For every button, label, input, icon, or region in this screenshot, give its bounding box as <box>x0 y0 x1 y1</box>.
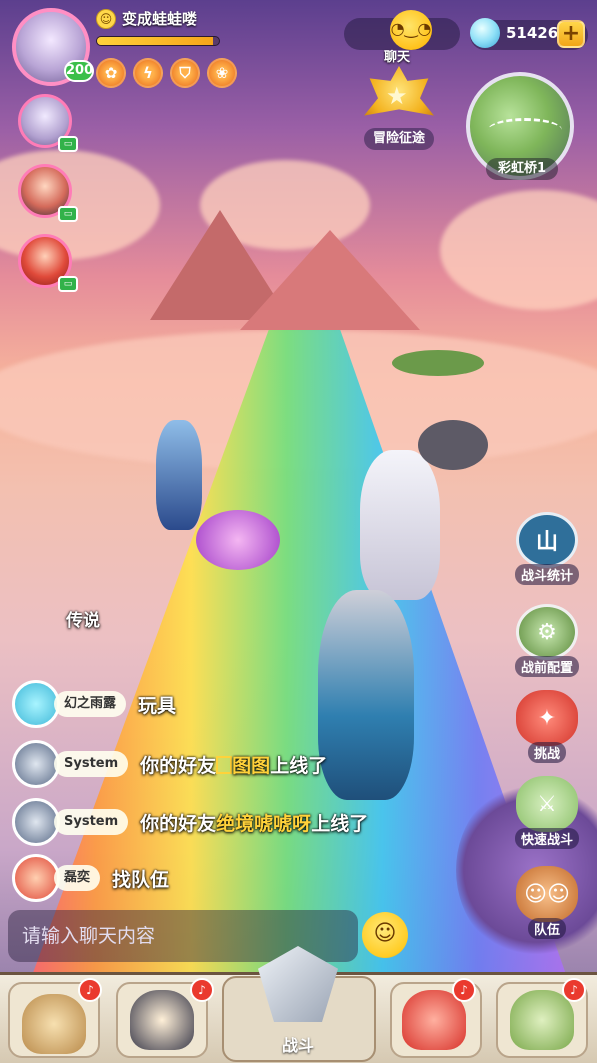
character-sprite <box>360 450 440 600</box>
hero-face-icon <box>130 990 194 1050</box>
chat-emoji-icon[interactable]: ◔‿◔ <box>390 10 432 50</box>
notification-badge-icon: ♪ <box>452 978 476 1002</box>
system-avatar <box>12 740 60 788</box>
cloud <box>440 190 597 310</box>
xp-fill <box>97 37 213 45</box>
sender-tag[interactable]: 幻之雨露 <box>54 691 127 717</box>
chat-text-prefix: 你的好友 <box>140 812 217 835</box>
sender-avatar[interactable] <box>12 680 60 728</box>
quick-battle-icon: ⚔ <box>516 776 578 832</box>
stats-icon: 山 <box>516 512 578 568</box>
chat-text: 你的好友 图图上线了 <box>140 751 327 778</box>
chat-message: 幻之雨露 玩具 <box>12 680 176 728</box>
sender-tag: System <box>54 809 129 835</box>
caveman-icon <box>22 994 86 1054</box>
star-icon: ★ <box>386 82 408 110</box>
battle-label: 战斗 <box>281 1036 314 1055</box>
sender-avatar[interactable] <box>12 854 60 902</box>
green-ogre-icon <box>510 990 574 1050</box>
chat-text: 传说 <box>66 611 100 631</box>
system-avatar <box>12 798 60 846</box>
buff-shield-icon[interactable]: ⛉ <box>170 58 200 88</box>
enemy-sprite <box>418 420 488 470</box>
chat-bubble-icon: ▭ <box>58 206 78 222</box>
main-character-sprite <box>318 590 414 800</box>
team-icon: ☺☺ <box>516 866 578 922</box>
notification-badge-icon: ♪ <box>562 978 586 1002</box>
notification-badge-icon: ♪ <box>78 978 102 1002</box>
xp-bar <box>96 36 220 46</box>
quick-battle-label: 快速战斗 <box>514 828 579 849</box>
team-button[interactable]: ☺☺ 队伍 <box>506 866 588 939</box>
chat-text-prefix: 你的好友 <box>140 754 217 777</box>
adventure-label[interactable]: 冒险征途 <box>364 128 434 150</box>
friend-icon-placeholder <box>216 755 233 774</box>
notification-badge-icon: ♪ <box>190 978 214 1002</box>
friend-name[interactable]: 图图 <box>232 755 270 777</box>
player-name: 变成蛙蛙喽 <box>122 10 198 28</box>
gem-icon <box>470 18 500 48</box>
chat-text: 找队伍 <box>112 868 170 891</box>
chat-bubble-icon: ▭ <box>58 136 78 152</box>
chat-message: 磊奕 找队伍 <box>12 854 169 902</box>
chat-message: 传说 <box>12 606 100 631</box>
character-sprite <box>156 420 202 530</box>
emoji-button[interactable]: ☺ <box>362 912 408 958</box>
chat-message: System 你的好友 图图上线了 <box>12 740 327 788</box>
chat-text: 玩具 <box>138 694 177 717</box>
quick-battle-button[interactable]: ⚔ 快速战斗 <box>506 776 588 849</box>
floating-island <box>392 350 484 376</box>
challenge-label: 挑战 <box>527 742 566 763</box>
battle-stats-button[interactable]: 山 战斗统计 <box>506 512 588 585</box>
chat-label: 聊天 <box>383 50 410 65</box>
add-gems-button[interactable]: + <box>557 20 585 48</box>
gems-value: 51426 <box>506 24 559 42</box>
battle-stats-label: 战斗统计 <box>514 564 579 585</box>
chat-message: System 你的好友绝境唬唬呀上线了 <box>12 798 368 846</box>
config-icon: ⚙ <box>516 604 578 660</box>
challenge-button[interactable]: ✦ 挑战 <box>506 690 588 763</box>
status-emoji-icon: ☺ <box>96 8 116 29</box>
level-badge: 200 <box>64 60 94 82</box>
buff-orange-icon[interactable]: ✿ <box>96 58 126 88</box>
pre-battle-config-button[interactable]: ⚙ 战前配置 <box>506 604 588 677</box>
team-label: 队伍 <box>527 918 566 939</box>
challenge-icon: ✦ <box>516 690 578 746</box>
chat-bubble-icon: ▭ <box>58 276 78 292</box>
chat-text-suffix: 上线了 <box>270 754 328 777</box>
buff-bolt-icon[interactable]: ϟ <box>133 58 163 88</box>
mountain <box>240 230 420 330</box>
player-name-row[interactable]: ☺ 变成蛙蛙喽 <box>96 8 197 29</box>
buff-paw-icon[interactable]: ❀ <box>207 58 237 88</box>
chat-text: 你的好友绝境唬唬呀上线了 <box>140 809 368 836</box>
pre-battle-config-label: 战前配置 <box>514 656 579 677</box>
pet-sprite <box>196 510 280 570</box>
sender-tag: System <box>54 751 129 777</box>
minimap-path <box>488 118 562 142</box>
sender-tag[interactable]: 磊奕 <box>54 865 101 891</box>
friend-name[interactable]: 绝境唬唬呀 <box>216 813 311 835</box>
buff-list: ✿ ϟ ⛉ ❀ <box>96 58 237 88</box>
chat-text-suffix: 上线了 <box>311 812 369 835</box>
minimap-label: 彩虹桥1 <box>486 158 558 180</box>
